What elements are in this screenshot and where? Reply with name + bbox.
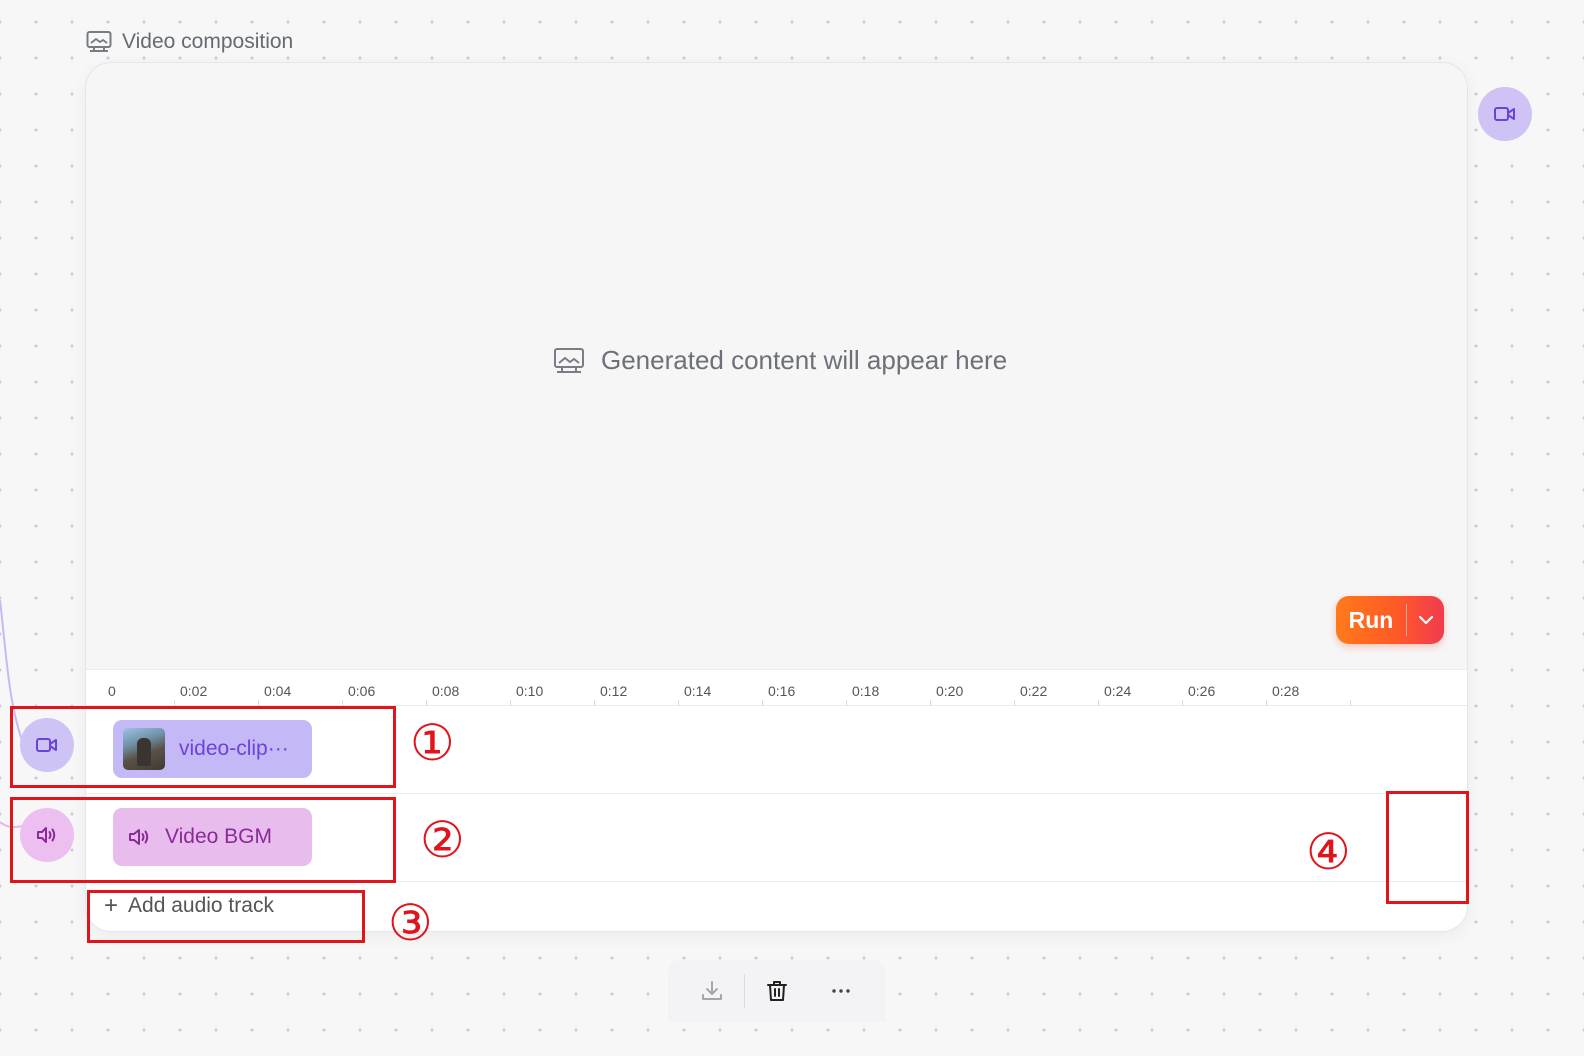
more-button[interactable] (809, 960, 873, 1022)
ruler-tick-label: 0:02 (180, 683, 208, 699)
download-button[interactable] (680, 960, 744, 1022)
ruler-tick-label: 0:18 (852, 683, 880, 699)
ruler-tick-label: 0:28 (1272, 683, 1300, 699)
ruler-tick-label: 0:04 (264, 683, 292, 699)
download-icon (702, 981, 722, 1000)
placeholder-text: Generated content will appear here (601, 345, 1008, 375)
annotation-box-2 (10, 797, 396, 883)
ruler-tick-label: 0:08 (432, 683, 460, 699)
preview-area: Generated content will appear here Run (86, 63, 1467, 669)
ruler-tick-label: 0:24 (1104, 683, 1132, 699)
ruler-tick-label: 0:14 (684, 683, 712, 699)
ruler-tick-label: 0:06 (348, 683, 376, 699)
track-volume-control[interactable] (1382, 930, 1442, 931)
ruler-tick-label: 0:12 (600, 683, 628, 699)
more-icon (832, 989, 850, 993)
run-options-button[interactable] (1407, 596, 1444, 644)
chevron-down-icon (1418, 615, 1433, 625)
video-output-handle[interactable] (1478, 87, 1532, 141)
monitor-image-icon (86, 31, 112, 52)
ruler-tick-label: 0:16 (768, 683, 796, 699)
annotation-number-2: ② (420, 811, 465, 869)
ruler-tick-label: 0 (108, 683, 116, 699)
ruler-tick-label: 0:22 (1020, 683, 1048, 699)
trash-icon (767, 981, 787, 1001)
ruler-tick-label: 0:26 (1188, 683, 1216, 699)
node-header: Video composition (86, 28, 293, 56)
run-button[interactable]: Run (1336, 596, 1406, 644)
video-camera-icon (1494, 107, 1515, 121)
node-title: Video composition (122, 30, 294, 53)
annotation-box-4 (1386, 791, 1469, 904)
delete-button[interactable] (745, 960, 809, 1022)
monitor-image-icon (554, 347, 584, 373)
ruler-tick-label: 0:20 (936, 683, 964, 699)
node-toolbar (668, 960, 885, 1022)
annotation-box-1 (10, 706, 396, 788)
preview-placeholder: Generated content will appear here (553, 345, 1007, 376)
annotation-number-1: ① (410, 714, 455, 772)
annotation-box-3 (87, 890, 365, 943)
annotation-number-4: ④ (1306, 823, 1351, 881)
run-button-group: Run (1336, 596, 1444, 644)
timeline-ruler[interactable]: 0 0:02 0:04 0:06 0:08 0:10 0:12 0:14 0:16 0:18 0:2… (86, 670, 1467, 706)
annotation-number-3: ③ (388, 894, 433, 952)
ruler-tick-label: 0:10 (516, 683, 544, 699)
